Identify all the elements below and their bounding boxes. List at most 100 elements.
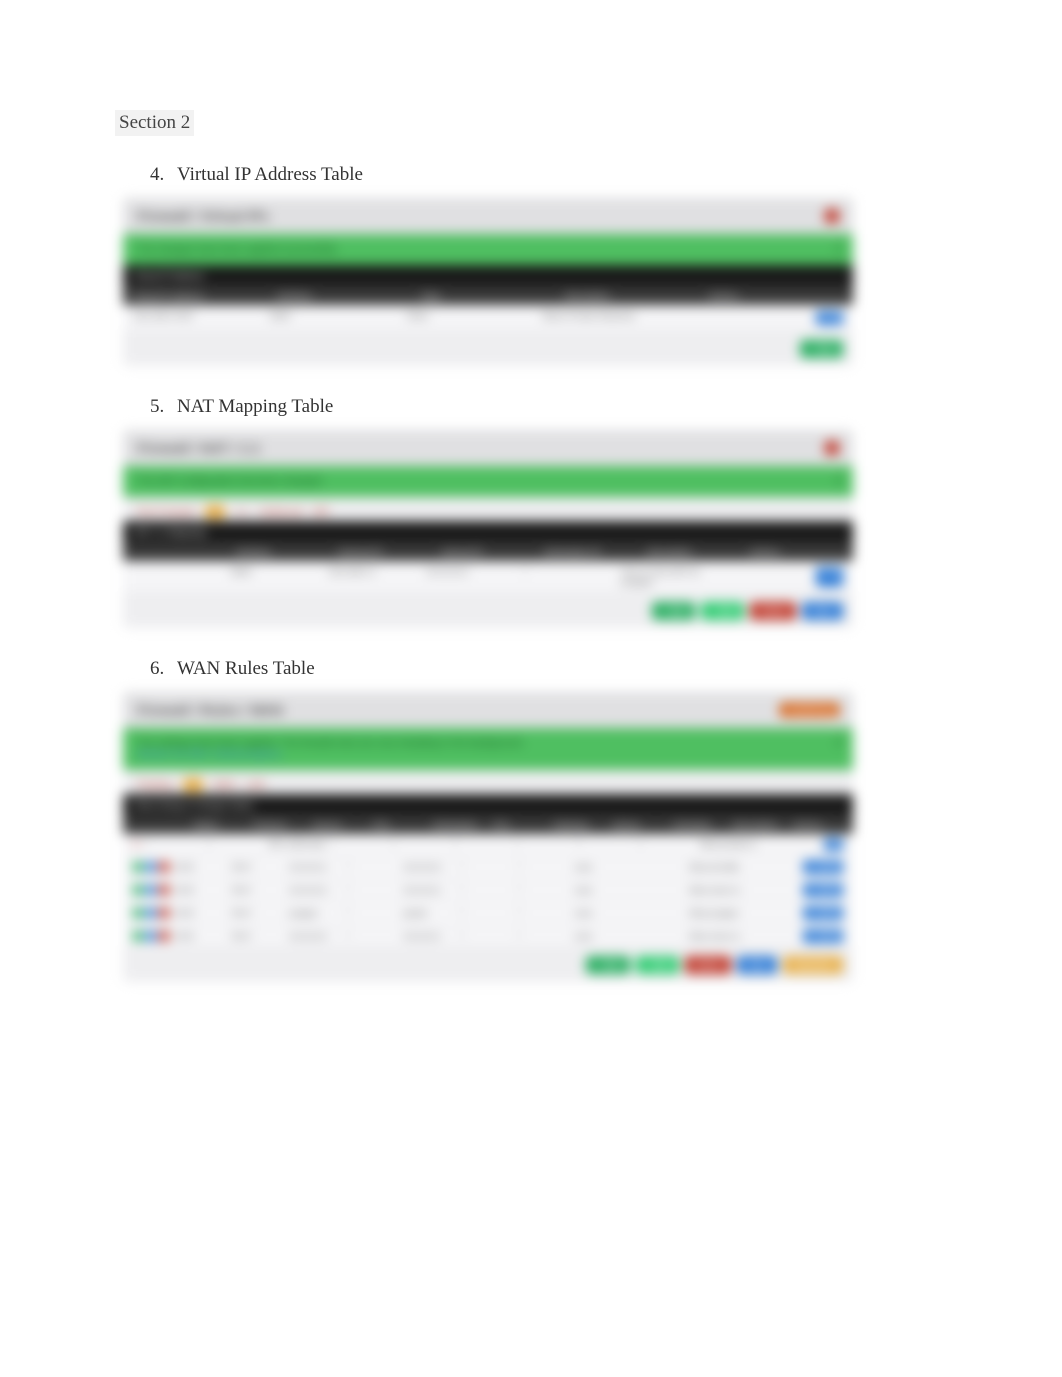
cell: One to One NAT for pcapper xyxy=(621,567,709,587)
delete-button[interactable]: Delete xyxy=(750,602,796,620)
table-caption: NAT 1:1 Mappings xyxy=(123,521,853,543)
cell: * xyxy=(146,840,202,849)
pass-icon xyxy=(133,908,143,918)
add-button[interactable]: + Add xyxy=(586,956,629,974)
column-header: Queue xyxy=(613,820,663,830)
cell: Block Private Networks xyxy=(543,311,670,325)
cell xyxy=(680,311,807,325)
block-icon xyxy=(159,862,169,872)
cell: Allow return traffic xyxy=(689,886,740,895)
panel-header: Firewall / Virtual IPs xyxy=(123,198,853,234)
cell: * xyxy=(454,840,510,849)
tab-lan[interactable]: LAN xyxy=(246,780,265,791)
table-row[interactable]: 0/0 BIPv4 *10.10.10.2*10.10.10.1**noneAl… xyxy=(123,925,853,948)
cell: none xyxy=(575,863,626,872)
separator-button[interactable]: Separator xyxy=(783,956,843,974)
cell: 10.10.10.2 xyxy=(426,567,514,587)
row-actions[interactable]: ✎ ⧉ xyxy=(816,311,843,325)
table-row[interactable]: 0/0 BIPv4 *10.10.10.1*10.10.10.2**noneAl… xyxy=(123,856,853,879)
status-badge: monitoring xyxy=(780,703,839,717)
help-icon[interactable] xyxy=(825,209,839,223)
cell: Allow all traffic to 10.10.10.2 xyxy=(689,863,740,872)
log-icon xyxy=(146,931,156,941)
tab-wan[interactable]: WAN xyxy=(213,780,236,791)
row-actions[interactable]: ✎ ⧉ ⌦ xyxy=(803,906,843,920)
help-icon[interactable] xyxy=(825,441,839,455)
table-row[interactable]: 0/0 BIPv4 *10.10.10.2*10.10.10.1**noneAl… xyxy=(123,879,853,902)
panel-title: Firewall / NAT / 1:1 xyxy=(137,440,260,456)
table-caption: Virtual IP Address xyxy=(123,265,853,287)
tab-outbound[interactable]: Outbound xyxy=(259,507,303,518)
table-caption: Rules (Drag to Change Order) xyxy=(123,794,853,816)
log-icon xyxy=(146,862,156,872)
add-button[interactable]: + Add xyxy=(652,602,695,620)
cell: IPv4 * xyxy=(232,909,283,918)
block-icon xyxy=(159,931,169,941)
save-button[interactable]: Save xyxy=(802,602,843,620)
column-header: External IP xyxy=(339,547,432,557)
cell: * xyxy=(517,932,568,941)
tab-npt[interactable]: NPt xyxy=(313,507,330,518)
cell: * xyxy=(207,840,263,849)
tab-port-forward[interactable]: Port Forward xyxy=(137,507,195,518)
row-actions[interactable]: ✎ ⧉ ⌦ xyxy=(803,883,843,897)
cell: IPv4 * xyxy=(232,863,283,872)
cell: none xyxy=(575,909,626,918)
block-icon xyxy=(159,908,169,918)
cell: Block private networks xyxy=(700,840,756,849)
column-header: Description xyxy=(565,291,699,301)
cell: 10.10.10.2 xyxy=(289,932,340,941)
row-actions[interactable]: ✎ ⧉ ⌦ xyxy=(803,860,843,874)
column-header: Virtual IP address xyxy=(133,291,267,301)
item-title: WAN Rules Table xyxy=(177,658,947,680)
cell: * xyxy=(331,840,387,849)
table-row[interactable]: 192.168.0.0/24WANOtherBlock Private Netw… xyxy=(123,305,853,332)
cell: RFC 1918 networks xyxy=(269,840,325,849)
cell: Allow pcapper to communicate packet xyxy=(689,909,740,918)
column-header: Schedule xyxy=(673,820,723,830)
column-header: Port xyxy=(373,820,423,830)
column-header xyxy=(133,547,226,557)
section-label: Section 2 xyxy=(115,110,194,136)
add-button[interactable]: + Add xyxy=(636,956,679,974)
column-header: Actions xyxy=(709,291,843,301)
delete-button[interactable]: Delete xyxy=(685,956,731,974)
cell xyxy=(719,567,807,587)
cell: WAN xyxy=(231,567,319,587)
panel-header: Firewall / Rules / WANmonitoring xyxy=(123,692,853,728)
row-actions[interactable]: ✎ ⧉ xyxy=(816,567,843,587)
tab-row: Port Forward 1:1 Outbound NPt xyxy=(123,497,853,521)
save-button[interactable]: Save xyxy=(737,956,778,974)
column-header: Description xyxy=(647,547,740,557)
table-row[interactable]: ✕**RFC 1918 networks******Block private … xyxy=(123,834,853,856)
tab-indicator-icon xyxy=(183,778,203,792)
cell: * xyxy=(639,840,695,849)
row-actions[interactable]: ✎ ⧉ ⌦ xyxy=(803,929,843,943)
cell: none xyxy=(575,886,626,895)
cell: * xyxy=(346,932,397,941)
table-row[interactable]: WAN192.168.0.110.10.10.2*One to One NAT … xyxy=(123,561,853,594)
tab-1:1[interactable]: 1:1 xyxy=(235,507,249,518)
list-item: NAT Mapping TableFirewall / NAT / 1:1The… xyxy=(169,396,947,628)
table-header: Virtual IP addressInterfaceTypeDescripti… xyxy=(123,287,853,305)
monitor-link[interactable]: Monitor the filter reload progress. xyxy=(137,749,839,760)
cell: * xyxy=(460,863,511,872)
success-alert: The changes have been applied successful… xyxy=(123,234,853,265)
list-item: Virtual IP Address TableFirewall / Virtu… xyxy=(169,164,947,366)
cell: * xyxy=(392,840,448,849)
column-header: Description xyxy=(733,820,783,830)
cell: * xyxy=(517,886,568,895)
screenshot-panel: Firewall / Rules / WANmonitoringThe sett… xyxy=(123,692,853,982)
cell: * xyxy=(577,840,633,849)
numbered-list: Virtual IP Address TableFirewall / Virtu… xyxy=(115,164,947,982)
settings-button[interactable]: ⚙ xyxy=(824,838,843,851)
panel-footer: + Add xyxy=(123,332,853,366)
screenshot-panel: Firewall / NAT / 1:1The NAT configuratio… xyxy=(123,430,853,628)
add-button[interactable]: + Add xyxy=(800,340,843,358)
cell: * xyxy=(460,932,511,941)
add-button[interactable]: + Add xyxy=(701,602,744,620)
column-header: Internal IP xyxy=(442,547,535,557)
tab-floating[interactable]: Floating xyxy=(137,780,173,791)
table-row[interactable]: 0/0 BIPv4 *pcapper*packet**noneAllow pca… xyxy=(123,902,853,925)
block-icon xyxy=(159,885,169,895)
